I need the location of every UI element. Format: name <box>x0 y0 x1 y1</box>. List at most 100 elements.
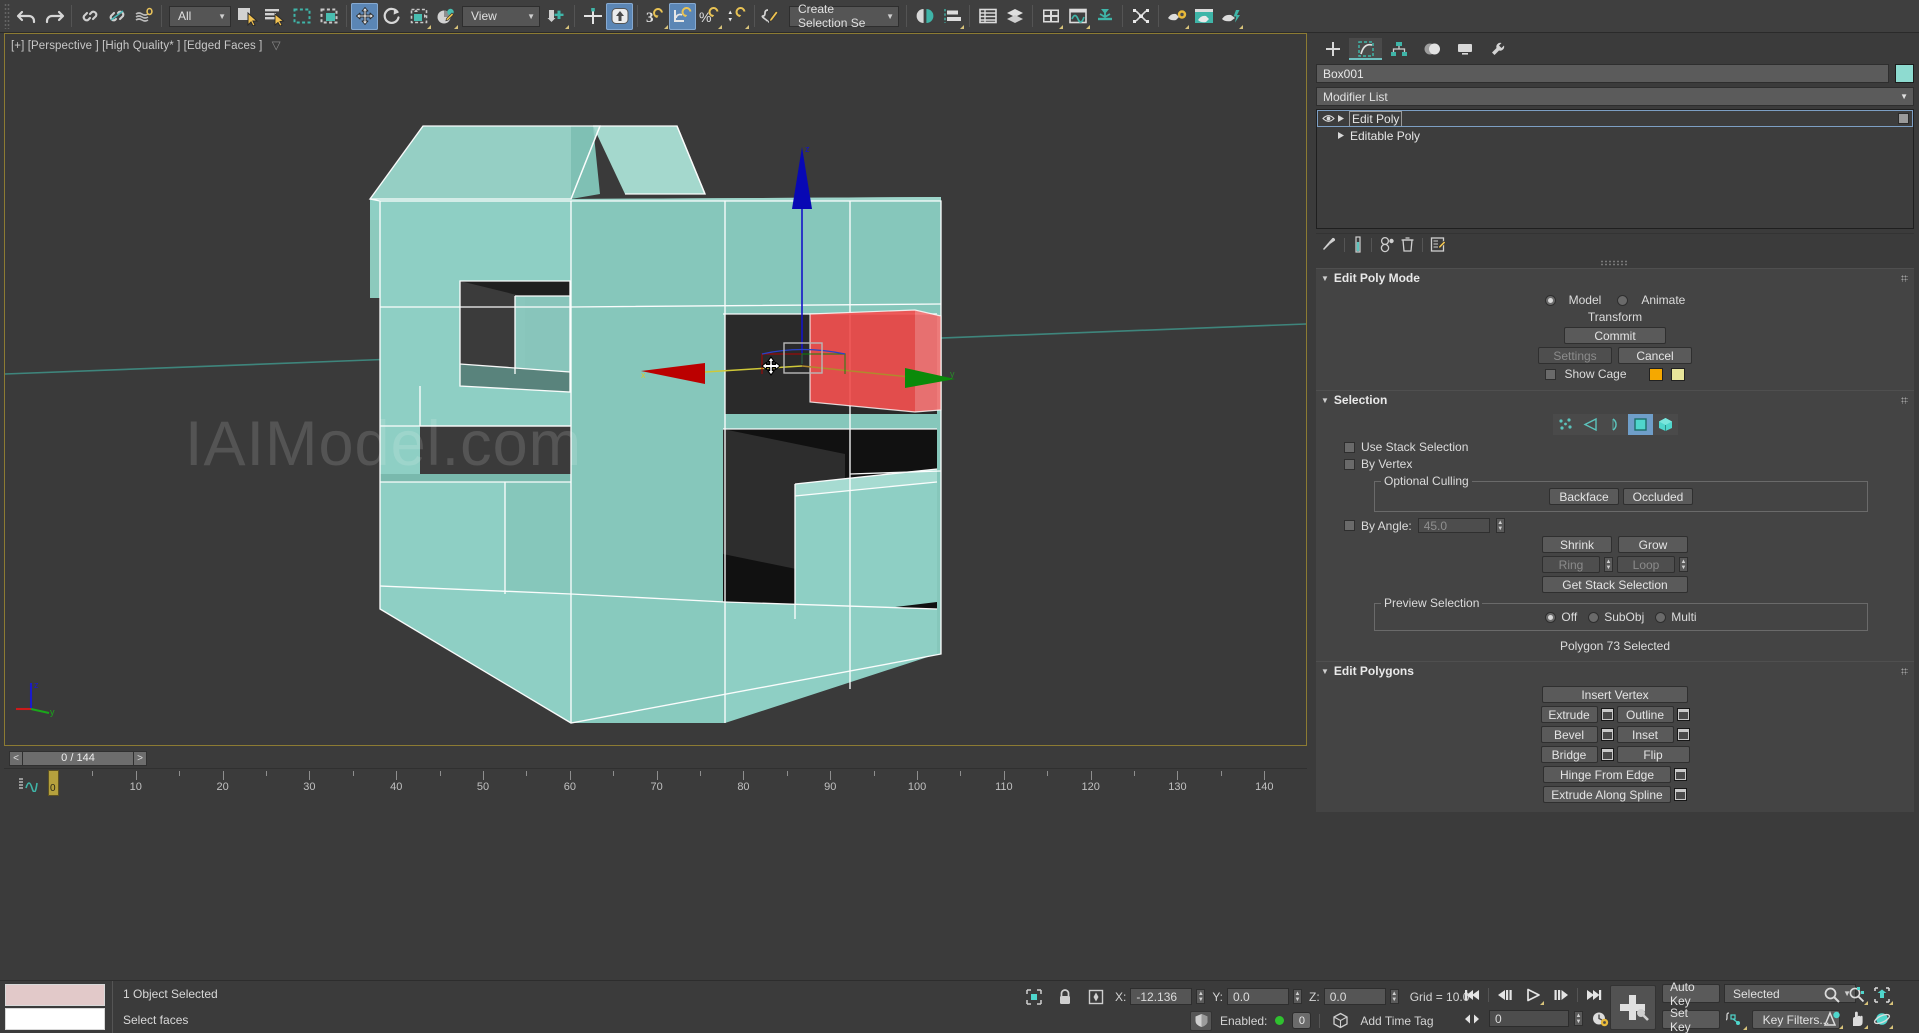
track-bar[interactable]: 102030405060708090100110120130140 0 <box>4 768 1307 798</box>
adaptive-degradation-icon[interactable] <box>1190 1011 1212 1031</box>
object-name-field[interactable]: Box001 <box>1316 64 1889 83</box>
z-field[interactable]: 0.0 <box>1324 988 1386 1005</box>
backface-button[interactable]: Backface <box>1549 488 1619 505</box>
use-stack-selection-checkbox[interactable] <box>1344 442 1355 453</box>
tab-create[interactable] <box>1316 38 1349 60</box>
tab-hierarchy[interactable] <box>1382 38 1415 60</box>
stack-toggle-square[interactable] <box>1898 113 1909 124</box>
rectangular-selection-region-button[interactable] <box>288 3 315 30</box>
subobject-element-button[interactable] <box>1653 414 1678 435</box>
preview-off-radio[interactable] <box>1545 612 1556 623</box>
set-keys-icon[interactable] <box>1724 1008 1748 1031</box>
selection-filter-dropdown[interactable]: All ▼ <box>169 6 231 27</box>
rollout-header-selection[interactable]: ▼ Selection <box>1316 391 1914 409</box>
extrude-settings-button[interactable] <box>1601 708 1614 721</box>
rendered-frame-window-button[interactable] <box>1190 3 1217 30</box>
particle-view-button[interactable] <box>1127 3 1154 30</box>
ring-button[interactable]: Ring <box>1542 556 1600 573</box>
zoom-extents-icon[interactable] <box>1870 983 1894 1006</box>
y-field[interactable]: 0.0 <box>1227 988 1289 1005</box>
set-key-toggle-button[interactable] <box>1610 985 1656 1030</box>
remove-modifier-icon[interactable] <box>1400 236 1415 253</box>
stack-item-editable-poly[interactable]: Editable Poly <box>1317 127 1913 144</box>
x-field[interactable]: -12.136 <box>1130 988 1192 1005</box>
unlink-selection-button[interactable] <box>103 3 130 30</box>
bridge-button[interactable]: Bridge <box>1541 746 1598 763</box>
by-angle-checkbox[interactable] <box>1344 520 1355 531</box>
tab-utilities[interactable] <box>1481 38 1514 60</box>
configure-modifier-sets-icon[interactable] <box>1430 236 1447 253</box>
commit-button[interactable]: Commit <box>1564 327 1666 344</box>
grow-button[interactable]: Grow <box>1618 536 1688 553</box>
modifier-list-dropdown[interactable]: Modifier List ▼ <box>1316 87 1914 106</box>
loop-spinner[interactable]: ▲▼ <box>1679 557 1688 572</box>
toolbar-grip[interactable] <box>4 3 10 29</box>
tab-motion[interactable] <box>1415 38 1448 60</box>
time-slider[interactable]: < 0 / 144 > <box>4 748 1307 768</box>
by-vertex-checkbox[interactable] <box>1344 459 1355 470</box>
shrink-button[interactable]: Shrink <box>1542 536 1612 553</box>
snaps-toggle-button[interactable] <box>606 3 633 30</box>
bridge-settings-button[interactable] <box>1601 748 1614 761</box>
rollout-grip[interactable] <box>1901 397 1908 404</box>
viewport-3d-scene[interactable]: z x y <box>5 34 1306 745</box>
select-and-scale-button[interactable] <box>405 3 432 30</box>
spinner-snap-toggle-button[interactable]: % <box>696 3 723 30</box>
outline-button[interactable]: Outline <box>1617 706 1674 723</box>
z-spinner[interactable]: ▲▼ <box>1390 989 1399 1004</box>
insert-vertex-button[interactable]: Insert Vertex <box>1542 686 1688 703</box>
ring-spinner[interactable]: ▲▼ <box>1604 557 1613 572</box>
viewport-label[interactable]: [+] [Perspective ] [High Quality* ] [Edg… <box>11 38 281 52</box>
go-to-end-icon[interactable] <box>1582 983 1606 1006</box>
current-frame-spinner[interactable]: ▲▼ <box>1574 1011 1583 1026</box>
subobject-polygon-button[interactable] <box>1628 414 1653 435</box>
align-flyout-button[interactable] <box>938 3 965 30</box>
time-playhead[interactable]: 0 <box>48 770 59 796</box>
compact-material-editor-button[interactable] <box>1037 3 1064 30</box>
expand-triangle-icon[interactable] <box>1337 131 1350 140</box>
spinner-snap-button[interactable] <box>723 3 750 30</box>
key-mode-toggle-icon[interactable] <box>1460 1007 1484 1030</box>
enabled-count[interactable]: 0 <box>1292 1012 1311 1029</box>
render-production-button[interactable] <box>1217 3 1244 30</box>
current-frame-field[interactable]: 0 <box>1489 1010 1569 1027</box>
stack-item-edit-poly[interactable]: Edit Poly <box>1317 110 1913 127</box>
prev-frame-arrow[interactable]: < <box>9 751 23 766</box>
model-radio[interactable] <box>1545 295 1556 306</box>
inset-button[interactable]: Inset <box>1617 726 1674 743</box>
curve-editor-icon[interactable] <box>18 776 38 792</box>
tab-modify[interactable] <box>1349 38 1382 60</box>
select-object-button[interactable] <box>234 3 261 30</box>
by-angle-spinner[interactable]: ▲▼ <box>1496 518 1505 533</box>
eye-icon[interactable] <box>1322 114 1337 123</box>
layer-explorer-button[interactable] <box>974 3 1001 30</box>
time-slider-field[interactable]: 0 / 144 <box>23 751 133 766</box>
show-end-result-icon[interactable] <box>1352 236 1364 253</box>
previous-frame-icon[interactable] <box>1493 983 1517 1006</box>
use-center-flyout-button[interactable] <box>543 3 570 30</box>
extrude-button[interactable]: Extrude <box>1541 706 1598 723</box>
filter-funnel-icon[interactable]: ▽ <box>272 40 281 52</box>
layer-manager-button[interactable] <box>1001 3 1028 30</box>
select-and-place-button[interactable] <box>432 3 459 30</box>
by-angle-field[interactable]: 45.0 <box>1418 518 1490 533</box>
redo-button[interactable] <box>40 3 67 30</box>
maxscript-input-line[interactable] <box>5 1008 105 1030</box>
rollout-header-edit-poly-mode[interactable]: ▼ Edit Poly Mode <box>1316 269 1914 287</box>
extrude-along-spline-settings-button[interactable] <box>1674 788 1687 801</box>
curve-editor-button[interactable] <box>1064 3 1091 30</box>
pin-stack-icon[interactable] <box>1320 236 1337 253</box>
percent-snap-toggle-button[interactable] <box>669 3 696 30</box>
expand-triangle-icon[interactable] <box>1337 114 1350 123</box>
maxscript-output-line[interactable] <box>5 984 105 1006</box>
next-frame-arrow[interactable]: > <box>133 751 147 766</box>
extrude-along-spline-button[interactable]: Extrude Along Spline <box>1543 786 1671 803</box>
subobject-border-button[interactable] <box>1603 414 1628 435</box>
cage-color-swatch-1[interactable] <box>1649 368 1663 381</box>
orbit-icon[interactable] <box>1870 1007 1894 1030</box>
object-color-swatch[interactable] <box>1895 64 1914 83</box>
make-unique-icon[interactable] <box>1379 236 1398 253</box>
subobject-vertex-button[interactable] <box>1553 414 1578 435</box>
maxscript-mini-listener[interactable] <box>5 984 105 1030</box>
add-time-tag-label[interactable]: Add Time Tag <box>1360 1014 1433 1028</box>
